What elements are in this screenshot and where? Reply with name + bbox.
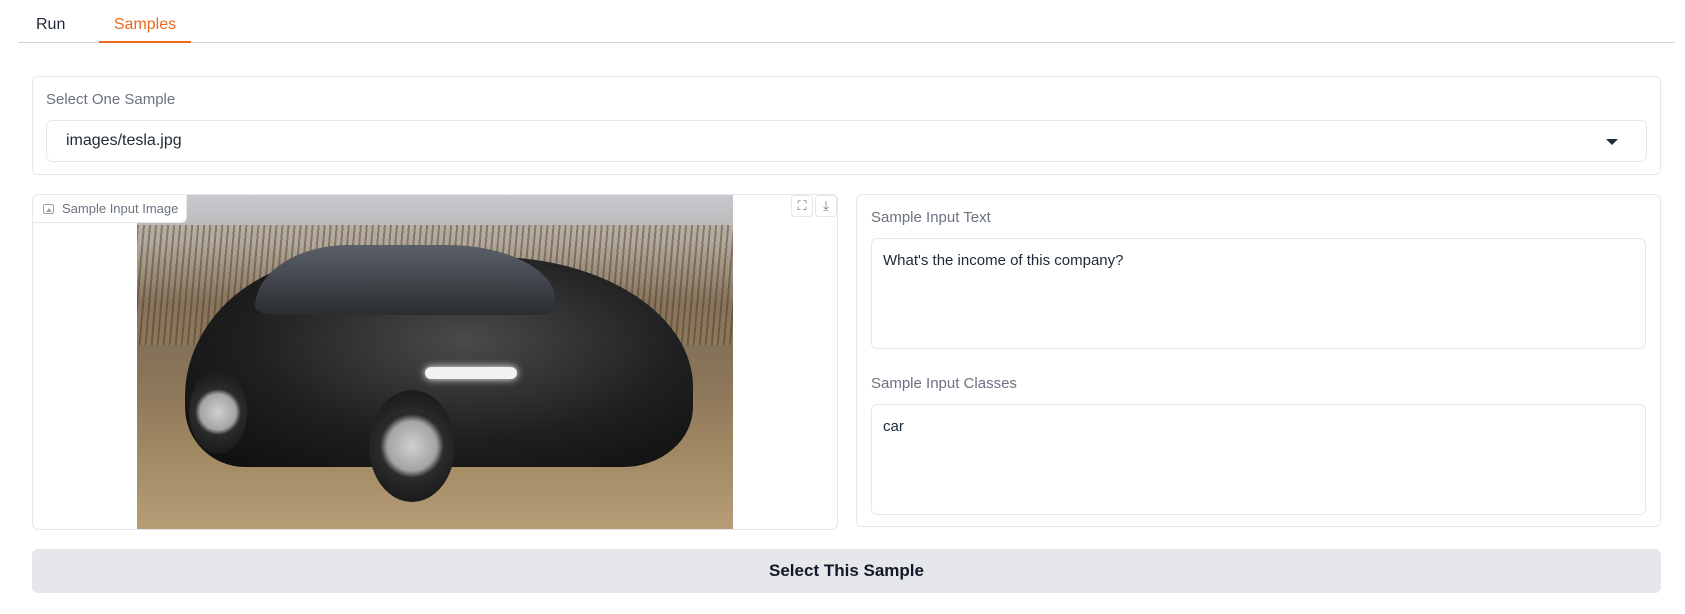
sample-dropdown[interactable]: images/tesla.jpg: [46, 120, 1647, 162]
car-wheel-rear: [189, 370, 247, 454]
image-panel-header: Sample Input Image: [33, 195, 188, 223]
input-classes-field[interactable]: car: [871, 404, 1646, 515]
sample-text-panel: Sample Input Text What's the income of t…: [856, 194, 1661, 527]
tab-samples[interactable]: Samples: [99, 16, 191, 43]
tab-bar: Run Samples: [18, 0, 1675, 43]
input-text-field[interactable]: What's the income of this company?: [871, 238, 1646, 349]
fullscreen-icon[interactable]: ⛶: [791, 195, 813, 217]
download-icon[interactable]: ⤓: [815, 195, 837, 217]
chevron-down-icon: [1606, 139, 1618, 145]
car-headlight: [425, 367, 517, 379]
car-windows: [255, 245, 555, 315]
input-text-label: Sample Input Text: [871, 209, 991, 226]
input-classes-label: Sample Input Classes: [871, 375, 1017, 392]
image-panel-label: Sample Input Image: [62, 201, 179, 216]
sample-select-label: Select One Sample: [46, 91, 176, 108]
car-wheel-front: [369, 390, 455, 502]
image-icon: [43, 203, 54, 214]
tab-run[interactable]: Run: [36, 16, 65, 34]
sample-image-panel: Sample Input Image ⛶ ⤓: [32, 194, 838, 530]
sample-dropdown-value: images/tesla.jpg: [66, 132, 182, 149]
sample-image: [137, 195, 733, 529]
image-tools: ⛶ ⤓: [791, 195, 837, 217]
select-sample-button[interactable]: Select This Sample: [32, 549, 1661, 593]
sample-select-panel: Select One Sample images/tesla.jpg: [32, 76, 1661, 175]
